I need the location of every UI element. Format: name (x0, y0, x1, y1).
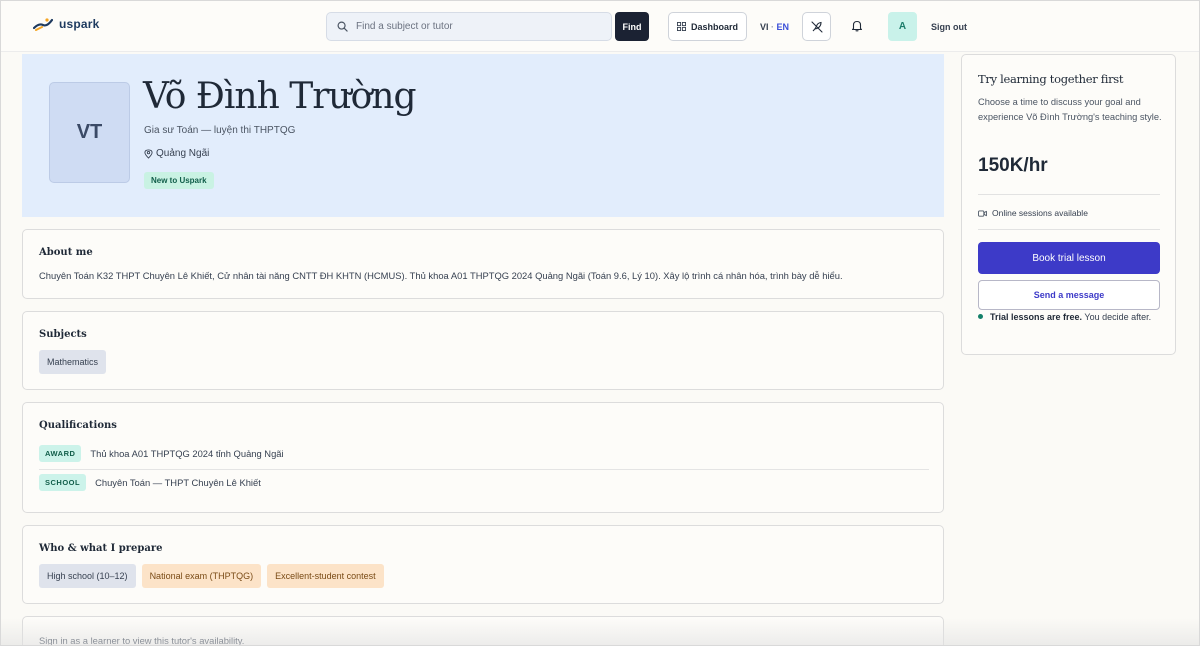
language-switcher[interactable]: VI · EN (760, 22, 789, 32)
qualification-tag: SCHOOL (39, 474, 87, 491)
booking-panel: Try learning together first Choose a tim… (961, 54, 1176, 355)
bell-icon (851, 20, 863, 32)
online-divider (978, 229, 1160, 230)
online-text: Online sessions available (992, 208, 1088, 218)
trial-note: Trial lessons are free. You decide after… (978, 310, 1163, 324)
send-message-button[interactable]: Send a message (978, 280, 1160, 310)
trial-note-text: Trial lessons are free. You decide after… (990, 310, 1151, 324)
tutor-subtitle: Gia sư Toán — luyện thi THPTQG (144, 125, 296, 136)
qualifications-title: Qualifications (39, 420, 117, 431)
search-icon (337, 21, 348, 32)
trial-note-rest: You decide after. (1082, 312, 1152, 322)
video-camera-icon (978, 209, 987, 217)
subjects-list: Mathematics (39, 350, 107, 374)
qualification-divider (39, 469, 929, 470)
search-box[interactable] (326, 12, 612, 41)
qualification-text: Thủ khoa A01 THPTQG 2024 tỉnh Quảng Ngãi (90, 448, 284, 459)
availability-text: Sign in as a learner to view this tutor'… (39, 635, 245, 646)
hourly-price: 150K/hr (978, 155, 1048, 176)
lang-vi[interactable]: VI (760, 22, 769, 32)
logo-text: uspark (59, 17, 100, 31)
level-chip[interactable]: High school (10–12) (39, 564, 136, 588)
dashboard-label: Dashboard (690, 21, 738, 32)
user-avatar[interactable]: A (888, 12, 917, 41)
subjects-title: Subjects (39, 329, 87, 340)
subject-chip[interactable]: Mathematics (39, 350, 107, 374)
find-button[interactable]: Find (615, 12, 649, 41)
prepare-title: Who & what I prepare (39, 543, 163, 554)
logo[interactable]: uspark (33, 17, 100, 31)
spark-logo-icon (33, 18, 53, 31)
subjects-card: Subjects Mathematics (22, 311, 944, 390)
exam-chip[interactable]: National exam (THPTQG) (141, 564, 262, 588)
online-indicator: Online sessions available (978, 208, 1088, 218)
tutor-location: Quảng Ngãi (144, 148, 209, 159)
about-title: About me (39, 247, 93, 258)
tutor-avatar: VT (49, 82, 130, 183)
contest-chip[interactable]: Excellent-student contest (267, 564, 384, 588)
lang-separator: · (771, 22, 775, 32)
qualification-tag: AWARD (39, 445, 82, 462)
notifications-button[interactable] (851, 19, 863, 37)
new-badge: New to Uspark (144, 172, 214, 189)
location-pin-icon (144, 148, 153, 159)
top-nav: uspark Find Dashboard VI · EN (0, 0, 1200, 52)
quill-off-icon (810, 20, 823, 33)
price-divider (978, 194, 1160, 195)
booking-title: Try learning together first (978, 72, 1124, 86)
lang-en[interactable]: EN (777, 22, 790, 32)
trial-note-bold: Trial lessons are free. (990, 312, 1083, 322)
qualification-row: AWARD Thủ khoa A01 THPTQG 2024 tỉnh Quản… (39, 445, 929, 462)
qualification-text: Chuyên Toán — THPT Chuyên Lê Khiết (95, 477, 261, 488)
sign-out-link[interactable]: Sign out (931, 22, 967, 32)
prepare-list: High school (10–12) National exam (THPTQ… (39, 564, 384, 588)
qualifications-card: Qualifications AWARD Thủ khoa A01 THPTQG… (22, 402, 944, 513)
green-dot-icon (978, 314, 983, 319)
grid-icon (676, 22, 686, 31)
booking-description: Choose a time to discuss your goal and e… (978, 97, 1162, 122)
about-text: Chuyên Toán K32 THPT Chuyên Lê Khiết, Cử… (39, 270, 843, 281)
location-text: Quảng Ngãi (156, 148, 210, 159)
availability-card: Sign in as a learner to view this tutor'… (22, 616, 944, 646)
qualification-row: SCHOOL Chuyên Toán — THPT Chuyên Lê Khiế… (39, 474, 929, 491)
about-card: About me Chuyên Toán K32 THPT Chuyên Lê … (22, 229, 944, 299)
book-trial-button[interactable]: Book trial lesson (978, 242, 1160, 274)
profile-hero: VT Võ Đình Trường Gia sư Toán — luyện th… (22, 54, 944, 217)
dashboard-button[interactable]: Dashboard (668, 12, 747, 41)
tutor-name: Võ Đình Trường (143, 76, 417, 117)
search-input[interactable] (356, 21, 596, 32)
theme-toggle-button[interactable] (802, 12, 831, 41)
prepare-card: Who & what I prepare High school (10–12)… (22, 525, 944, 604)
